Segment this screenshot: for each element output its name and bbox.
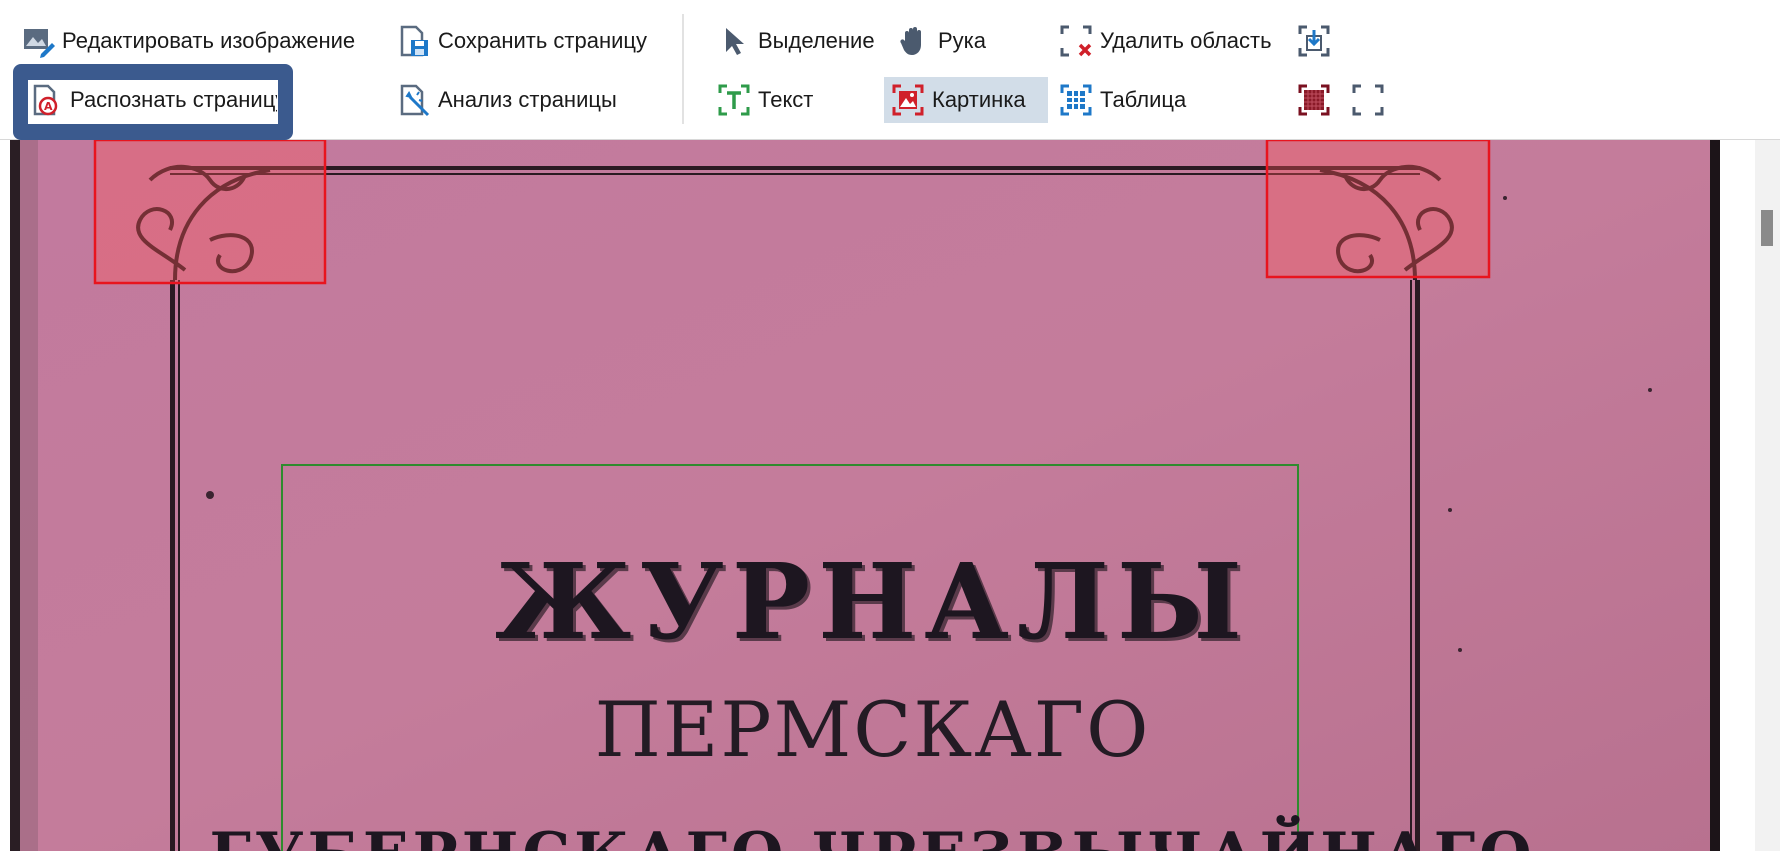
scrollbar-thumb[interactable] — [1761, 210, 1773, 246]
toolbar: Редактировать изображение Сохранить стра… — [0, 0, 1780, 140]
import-area-icon — [1296, 23, 1332, 59]
background-area-button[interactable] — [1290, 77, 1338, 123]
page-title-line-3: ГУБЕРНСКАГО ЧРЕЗВЫЧАЙНАГО — [10, 820, 1735, 851]
vertical-scrollbar[interactable] — [1755, 140, 1780, 851]
edit-image-label: Редактировать изображение — [62, 28, 356, 53]
background-area-icon — [1296, 82, 1332, 118]
picture-area-label: Картинка — [932, 87, 1026, 112]
hand-tool-label: Рука — [938, 28, 987, 53]
import-area-button[interactable] — [1290, 18, 1338, 64]
toolbar-separator — [682, 14, 684, 124]
svg-text:A: A — [44, 100, 53, 113]
recognize-page-button[interactable]: A Распознать страницу — [22, 77, 277, 123]
hand-icon — [896, 23, 932, 59]
scanned-page: ЖУРНАЛЫ ПЕРМСКАГО ГУБЕРНСКАГО ЧРЕЗВЫЧАЙН… — [10, 140, 1735, 851]
empty-area-icon — [1350, 82, 1386, 118]
save-page-icon — [396, 23, 432, 59]
text-area-icon — [716, 82, 752, 118]
edit-image-icon — [20, 23, 56, 59]
page-title-line-1: ЖУРНАЛЫ — [495, 540, 1250, 663]
document-viewport[interactable]: ЖУРНАЛЫ ПЕРМСКАГО ГУБЕРНСКАГО ЧРЕЗВЫЧАЙН… — [0, 140, 1755, 851]
table-area-button[interactable]: Таблица — [1052, 77, 1192, 123]
picture-area-button[interactable]: Картинка — [884, 77, 1048, 123]
save-page-label: Сохранить страницу — [438, 28, 648, 53]
recognize-page-label: Распознать страницу — [70, 87, 277, 112]
text-area-button[interactable]: Текст — [710, 77, 819, 123]
text-area-label: Текст — [758, 87, 814, 112]
delete-area-icon — [1058, 23, 1094, 59]
selection-tool-label: Выделение — [758, 28, 875, 53]
analyze-page-button[interactable]: Анализ страницы — [390, 77, 623, 123]
delete-area-button[interactable]: Удалить область — [1052, 18, 1278, 64]
cursor-arrow-icon — [716, 23, 752, 59]
recognize-page-icon: A — [28, 82, 64, 118]
edit-image-button[interactable]: Редактировать изображение — [14, 18, 361, 64]
picture-area-icon — [890, 82, 926, 118]
analyze-page-label: Анализ страницы — [438, 87, 617, 112]
empty-area-button[interactable] — [1344, 77, 1392, 123]
table-area-icon — [1058, 82, 1094, 118]
page-title-line-2: ПЕРМСКАГО — [594, 685, 1151, 774]
hand-tool-button[interactable]: Рука — [890, 18, 992, 64]
table-area-label: Таблица — [1100, 87, 1187, 112]
delete-area-label: Удалить область — [1100, 28, 1272, 53]
save-page-button[interactable]: Сохранить страницу — [390, 18, 653, 64]
analyze-page-icon — [396, 82, 432, 118]
selection-tool-button[interactable]: Выделение — [710, 18, 881, 64]
